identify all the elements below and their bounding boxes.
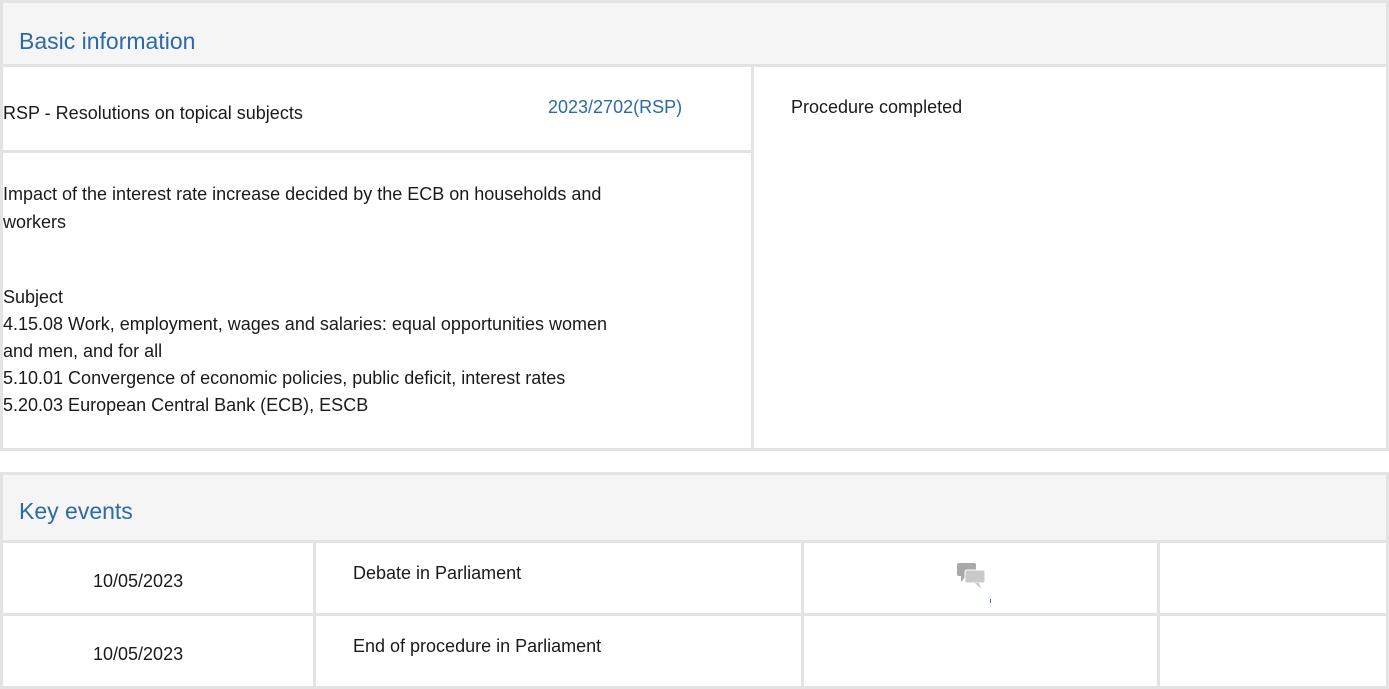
event-date-cell: 10/05/2023 (3, 543, 316, 613)
key-events-section: Key events 10/05/2023 Debate in Parliame… (0, 472, 1389, 689)
basic-information-left-column: RSP - Resolutions on topical subjects 20… (3, 67, 754, 448)
event-name: Debate in Parliament (353, 563, 522, 583)
basic-information-heading: Basic information (0, 0, 1389, 67)
subject-item: 5.20.03 European Central Bank (ECB), ESC… (3, 395, 369, 415)
event-icon-cell (804, 616, 1160, 686)
event-date: 10/05/2023 (93, 571, 184, 591)
subject-label: Subject (3, 287, 64, 307)
subject-item: 5.10.01 Convergence of economic policies… (3, 368, 566, 388)
debate-icon[interactable] (956, 561, 988, 593)
procedure-type-row: RSP - Resolutions on topical subjects 20… (3, 67, 751, 153)
procedure-title-line: Impact of the interest rate increase dec… (3, 184, 602, 204)
key-events-table: 10/05/2023 Debate in Parliament 10/05/20… (0, 543, 1389, 689)
key-events-heading: Key events (0, 472, 1389, 543)
event-extra-cell (1160, 543, 1386, 613)
table-row: 10/05/2023 End of procedure in Parliamen… (3, 616, 1386, 689)
table-row: 10/05/2023 Debate in Parliament (3, 543, 1386, 616)
procedure-title-line: workers (3, 212, 67, 232)
event-date-cell: 10/05/2023 (3, 616, 316, 686)
event-name: End of procedure in Parliament (353, 636, 602, 656)
procedure-title: Impact of the interest rate increase dec… (3, 180, 748, 236)
subject-item: 4.15.08 Work, employment, wages and sala… (3, 314, 608, 334)
event-icon-cell (804, 543, 1160, 613)
basic-information-body: RSP - Resolutions on topical subjects 20… (0, 67, 1389, 451)
procedure-reference-link[interactable]: 2023/2702(RSP) (548, 97, 682, 118)
procedure-type: RSP - Resolutions on topical subjects (3, 103, 303, 123)
event-name-cell: End of procedure in Parliament (316, 616, 804, 686)
event-name-cell: Debate in Parliament (316, 543, 804, 613)
basic-information-section: Basic information RSP - Resolutions on t… (0, 0, 1389, 451)
subject-item: and men, and for all (3, 341, 163, 361)
subject-block: Subject 4.15.08 Work, employment, wages … (3, 284, 748, 419)
event-date: 10/05/2023 (93, 644, 184, 664)
link-marker (990, 599, 991, 603)
event-extra-cell (1160, 616, 1386, 686)
procedure-status: Procedure completed (791, 97, 963, 117)
